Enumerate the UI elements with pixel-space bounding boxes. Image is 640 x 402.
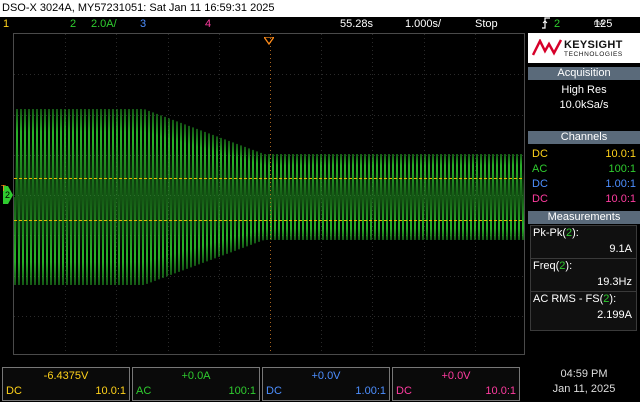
keysight-logo: KEYSIGHT TECHNOLOGIES [528, 33, 640, 63]
timebase-scale: 1.000s/ [405, 18, 442, 30]
status-bar: 1 2 2.0A/ 3 4 55.28s 1.000s/ Stop 2 125 m… [0, 17, 640, 31]
channel-row-3[interactable]: DC 1.00:1 [530, 178, 638, 191]
measurement-value: 9.1A [609, 243, 632, 255]
channel-1-indicator[interactable]: 1 [3, 17, 9, 31]
channel-2-softkey[interactable]: +0.0A AC 100:1 [132, 367, 260, 401]
channel-softkey-bar: -6.4375V DC 10.0:1 +0.0A AC 100:1 +0.0V … [0, 355, 640, 402]
channel-coupling: DC [396, 385, 412, 397]
trigger-edge-icon [541, 17, 551, 33]
channel-coupling: DC [6, 385, 22, 397]
measurement-value: 19.3Hz [597, 276, 632, 288]
measurement-name: AC RMS - FS( [533, 293, 604, 305]
time-delay: 55.28s [340, 18, 374, 30]
channel-offset: +0.0V [441, 370, 471, 382]
run-stop-status[interactable]: Stop [475, 17, 498, 31]
clock: 04:59 PM Jan 11, 2025 [528, 367, 640, 397]
probe-ratio: 1.00:1 [605, 178, 636, 190]
measurement-label: Pk-Pk(2): [533, 227, 579, 240]
trigger-time-marker-icon[interactable] [262, 32, 276, 46]
probe-ratio: 10.0:1 [485, 385, 516, 397]
measurement-label: AC RMS - FS(2): [533, 293, 616, 306]
probe-ratio: 100:1 [608, 163, 636, 175]
channel-row-2[interactable]: AC 100:1 [530, 163, 638, 176]
acquisition-mode: High Res [561, 84, 607, 96]
channel-3-indicator[interactable]: 3 [140, 17, 146, 31]
channel-2-indicator[interactable]: 2 [70, 17, 76, 31]
channel-row-4[interactable]: DC 10.0:1 [530, 193, 638, 206]
measurement-value: 2.199A [597, 309, 632, 321]
waveform-graticule [14, 34, 524, 354]
measurement-suffix: ): [565, 260, 573, 272]
channel-3-softkey[interactable]: +0.0V DC 1.00:1 [262, 367, 390, 401]
measurement-name: Freq( [533, 260, 560, 272]
measurements-header[interactable]: Measurements [528, 211, 640, 224]
svg-text:T: T [1, 184, 6, 192]
channel-row-1[interactable]: DC 10.0:1 [530, 148, 638, 161]
channel-2-scale: 2.0A/ [91, 18, 117, 30]
measurement-suffix: ): [609, 293, 617, 305]
channel-2-waveform [14, 108, 524, 286]
brand-name: KEYSIGHT [564, 39, 623, 51]
channels-header[interactable]: Channels [528, 131, 640, 144]
window-title: DSO-X 3024A, MY57231051: Sat Jan 11 16:5… [0, 0, 640, 17]
channel-4-indicator[interactable]: 4 [205, 17, 211, 31]
sample-rate: 10.0kSa/s [559, 99, 609, 111]
channel-offset: -6.4375V [43, 370, 89, 382]
trigger-level-unit: mA [594, 20, 605, 27]
channel-coupling: DC [532, 148, 548, 160]
channel-1-softkey[interactable]: -6.4375V DC 10.0:1 [2, 367, 130, 401]
brand-subtitle: TECHNOLOGIES [564, 51, 623, 58]
channel-4-softkey[interactable]: +0.0V DC 10.0:1 [392, 367, 520, 401]
probe-ratio: 10.0:1 [605, 148, 636, 160]
channel-coupling: AC [532, 163, 548, 175]
channel-offset: +0.0V [311, 370, 341, 382]
channel-coupling: AC [136, 385, 152, 397]
probe-ratio: 10.0:1 [605, 193, 636, 205]
channel-offset: +0.0A [181, 370, 211, 382]
waveform-display[interactable] [13, 33, 525, 355]
probe-ratio: 10.0:1 [95, 385, 126, 397]
trigger-source: 2 [554, 18, 561, 30]
measurement-ac-rms[interactable]: AC RMS - FS(2): 2.199A [530, 291, 637, 331]
clock-time: 04:59 PM [560, 368, 608, 380]
probe-ratio: 1.00:1 [355, 385, 386, 397]
right-panel: KEYSIGHT TECHNOLOGIES Acquisition High R… [528, 33, 640, 355]
channel-coupling: DC [266, 385, 282, 397]
acquisition-header[interactable]: Acquisition [528, 67, 640, 80]
channel-coupling: DC [532, 178, 548, 190]
clock-date: Jan 11, 2025 [552, 383, 616, 395]
probe-ratio: 100:1 [228, 385, 256, 397]
measurement-label: Freq(2): [533, 260, 572, 273]
measurement-name: Pk-Pk( [533, 227, 566, 239]
trigger-level-marker-icon[interactable]: T [1, 179, 11, 193]
channel-coupling: DC [532, 193, 548, 205]
measurement-suffix: ): [572, 227, 579, 239]
